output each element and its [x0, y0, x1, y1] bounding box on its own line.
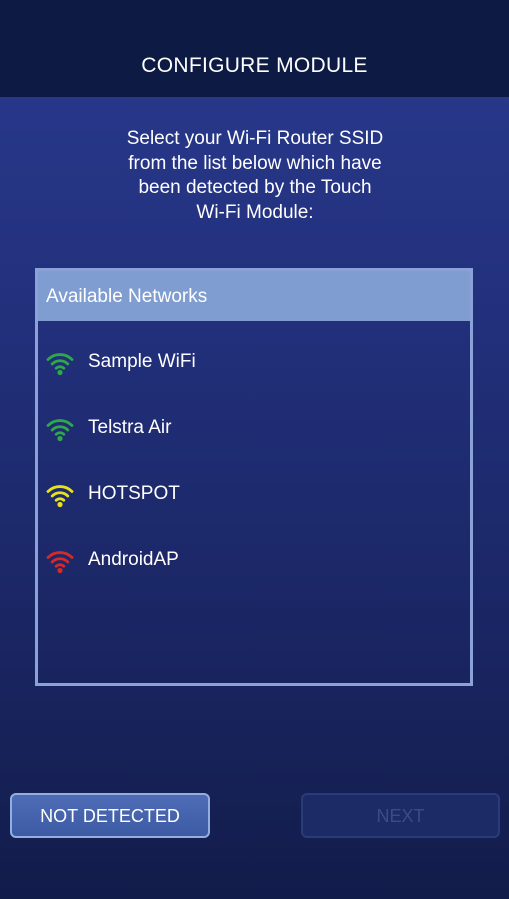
wifi-icon — [46, 419, 74, 442]
network-item-hotspot[interactable]: HOTSPOT — [38, 474, 470, 514]
wifi-icon — [46, 353, 74, 376]
available-networks-panel: Available Networks Sample WiFi Telstra A… — [35, 268, 473, 686]
wifi-icon — [46, 551, 74, 574]
instructions-text: Select your Wi-Fi Router SSID from the l… — [60, 127, 450, 225]
network-name: Sample WiFi — [88, 351, 196, 372]
next-button[interactable]: NEXT — [301, 793, 500, 838]
available-networks-header: Available Networks — [38, 271, 470, 321]
instructions-line: from the list below which have — [128, 152, 382, 174]
instructions-line: Select your Wi-Fi Router SSID — [126, 128, 384, 149]
network-list: Sample WiFi Telstra Air HOTSPOT AndroidA… — [38, 321, 470, 683]
instructions-line: been detected by the Touch — [138, 177, 372, 198]
network-item-telstra-air[interactable]: Telstra Air — [38, 408, 470, 448]
not-detected-button[interactable]: NOT DETECTED — [10, 793, 210, 838]
network-item-sample-wifi[interactable]: Sample WiFi — [38, 342, 470, 382]
instructions-line: Wi-Fi Module: — [196, 201, 314, 223]
available-networks-label: Available Networks — [46, 286, 208, 307]
page-title: CONFIGURE MODULE — [141, 54, 368, 77]
network-name: Telstra Air — [88, 417, 172, 438]
network-name: HOTSPOT — [88, 483, 180, 504]
network-item-androidap[interactable]: AndroidAP — [38, 540, 470, 580]
configure-module-screen: CONFIGURE MODULE Select your Wi-Fi Route… — [0, 0, 509, 899]
wifi-icon — [46, 485, 74, 508]
header-bar: CONFIGURE MODULE — [0, 0, 509, 97]
network-name: AndroidAP — [88, 549, 179, 570]
